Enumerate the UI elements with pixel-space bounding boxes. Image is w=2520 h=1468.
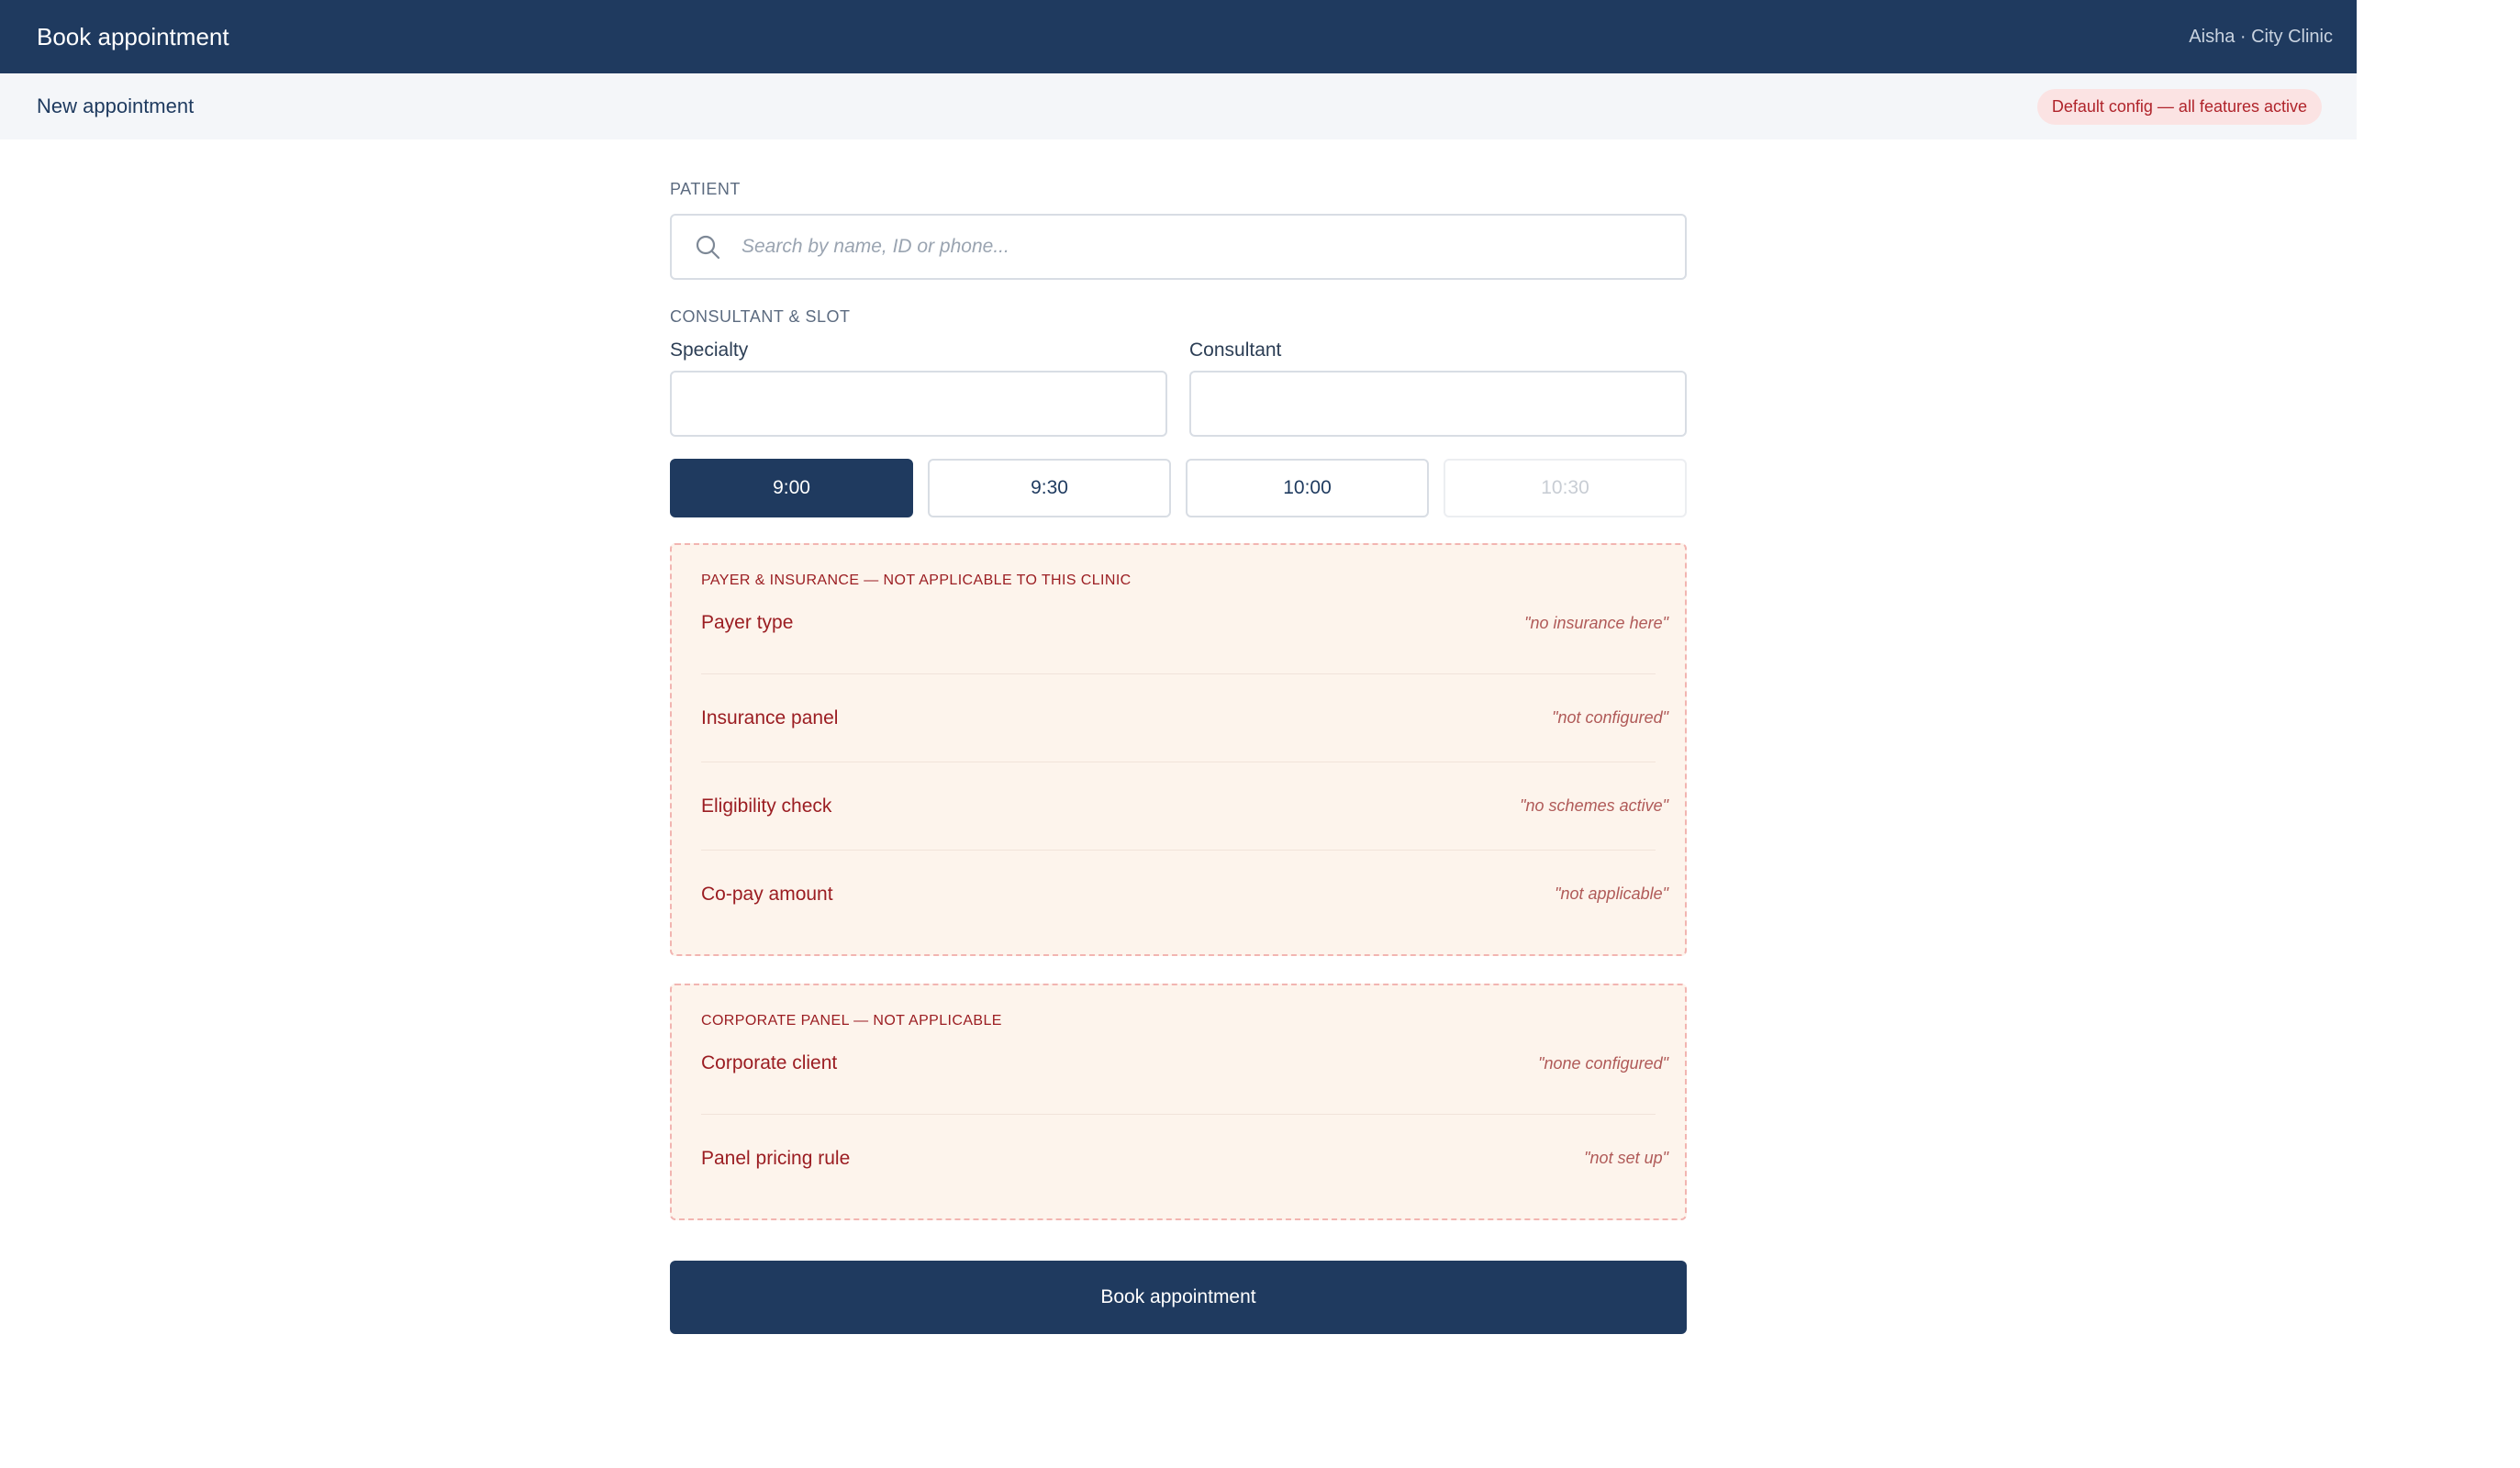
time-slot-list: 9:00 9:30 10:00 10:30 xyxy=(670,459,1687,517)
specialty-label: Specialty xyxy=(670,339,749,361)
panel-row-label: Co-pay amount xyxy=(701,883,833,905)
corporate-panel: CORPORATE PANEL — NOT APPLICABLE Corpora… xyxy=(670,984,1687,1220)
panel-row: Co-pay amount "not applicable" xyxy=(701,851,1668,938)
panel-row-value: "not applicable" xyxy=(1555,884,1668,903)
panel-row-label: Payer type xyxy=(701,612,794,633)
specialty-consultant-row: Specialty Consultant xyxy=(670,339,1687,437)
consultant-label: Consultant xyxy=(1189,339,1282,361)
panel-row: Eligibility check "no schemes active" xyxy=(701,762,1668,851)
patient-search-input[interactable] xyxy=(740,235,1663,259)
patient-section-label: PATIENT xyxy=(670,180,741,198)
panel-row: Insurance panel "not configured" xyxy=(701,674,1668,762)
panel-row: Panel pricing rule "not set up" xyxy=(701,1115,1668,1202)
page-title: Book appointment xyxy=(37,22,229,50)
time-slot[interactable]: 10:00 xyxy=(1186,459,1429,517)
user-clinic-label[interactable]: Aisha · City Clinic xyxy=(2189,27,2333,48)
panel-row-value: "not set up" xyxy=(1584,1149,1668,1167)
patient-search-box[interactable] xyxy=(670,214,1687,280)
consultant-field: Consultant xyxy=(1189,339,1687,437)
book-appointment-button[interactable]: Book appointment xyxy=(670,1261,1687,1334)
panel-row-value: "not configured" xyxy=(1552,708,1668,727)
panel-row-label: Insurance panel xyxy=(701,706,839,728)
panel-row-label: Eligibility check xyxy=(701,795,832,817)
top-bar: Book appointment Aisha · City Clinic xyxy=(0,0,2357,73)
panel-row-value: "no schemes active" xyxy=(1520,796,1668,815)
specialty-field: Specialty xyxy=(670,339,1167,437)
time-slot[interactable]: 9:30 xyxy=(928,459,1171,517)
consultant-slot-section-label: CONSULTANT & SLOT xyxy=(670,307,851,326)
specialty-select[interactable] xyxy=(670,371,1167,437)
time-slot: 10:30 xyxy=(1444,459,1687,517)
sub-header-title: New appointment xyxy=(37,95,195,117)
sub-header: New appointment Default config — all fea… xyxy=(0,73,2357,139)
panel-row-label: Corporate client xyxy=(701,1052,838,1073)
config-status-badge: Default config — all features active xyxy=(2036,88,2322,125)
panel-row-value: "none configured" xyxy=(1538,1053,1668,1073)
panel-row-value: "no insurance here" xyxy=(1524,613,1668,632)
time-slot[interactable]: 9:00 xyxy=(670,459,913,517)
search-icon xyxy=(694,233,721,261)
payer-insurance-panel: PAYER & INSURANCE — NOT APPLICABLE TO TH… xyxy=(670,543,1687,956)
appointment-form: PATIENT CONSULTANT & SLOT Specialty Cons… xyxy=(670,139,1687,1334)
panel-row-label: Panel pricing rule xyxy=(701,1147,851,1169)
consultant-select[interactable] xyxy=(1189,371,1687,437)
